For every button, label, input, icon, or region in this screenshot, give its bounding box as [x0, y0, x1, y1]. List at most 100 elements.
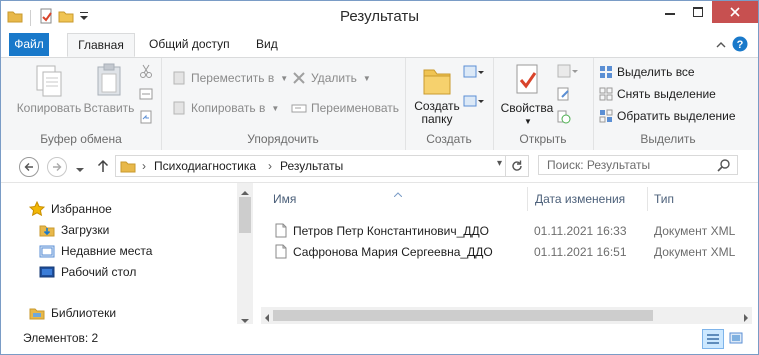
copy-to-button[interactable]: Копировать в ▼	[171, 98, 279, 118]
column-header-type[interactable]: Тип	[654, 192, 674, 206]
invert-selection-button[interactable]: Обратить выделение	[599, 106, 736, 126]
nav-item-libraries[interactable]: Библиотеки	[29, 303, 116, 323]
file-name: Петров Петр Константинович_ДДО	[293, 224, 489, 238]
address-field[interactable]: › Психодиагностика › Результаты ▾	[115, 155, 529, 177]
scroll-left-icon[interactable]	[264, 311, 270, 325]
nav-item-downloads[interactable]: Загрузки	[39, 220, 109, 240]
chevron-down-icon: ▼	[280, 73, 289, 83]
tab-file[interactable]: Файл	[9, 33, 49, 56]
column-divider[interactable]	[527, 187, 528, 211]
large-icons-view-button[interactable]	[726, 329, 746, 347]
column-divider[interactable]	[647, 187, 648, 211]
breadcrumb-chevron-icon[interactable]: ›	[268, 159, 272, 173]
select-all-button[interactable]: Выделить все	[599, 62, 695, 82]
table-row[interactable]: Петров Петр Константинович_ДДО 01.11.202…	[271, 221, 751, 241]
paste-button[interactable]: Вставить	[83, 62, 135, 115]
folder-icon	[120, 159, 136, 173]
select-group-label: Выделить	[640, 132, 696, 146]
file-date: 01.11.2021 16:51	[534, 245, 627, 259]
rename-button[interactable]: Переименовать	[291, 98, 399, 118]
new-folder-button[interactable]: Создать папку	[411, 62, 463, 126]
copy-label: Копировать	[16, 101, 82, 115]
nav-item-recent[interactable]: Недавние места	[39, 241, 152, 261]
nav-item-desktop[interactable]: Рабочий стол	[39, 262, 136, 282]
details-view-button[interactable]	[702, 329, 724, 349]
new-group-label: Создать	[426, 132, 472, 146]
select-all-icon	[600, 66, 612, 78]
paste-label: Вставить	[83, 101, 135, 115]
table-row[interactable]: Сафронова Мария Сергеевна_ДДО 01.11.2021…	[271, 242, 751, 262]
select-none-button[interactable]: Снять выделение	[599, 84, 716, 104]
search-placeholder: Поиск: Результаты	[547, 158, 651, 172]
window-title: Результаты	[340, 8, 419, 25]
help-icon[interactable]: ?	[732, 36, 748, 55]
close-button[interactable]	[712, 1, 758, 23]
cut-icon[interactable]	[139, 64, 153, 81]
refresh-icon	[512, 160, 522, 171]
open-group-label: Открыть	[519, 132, 567, 146]
chevron-down-icon: ▼	[524, 117, 532, 126]
forward-button[interactable]	[47, 157, 67, 177]
arrow-left-icon	[24, 163, 33, 171]
group-clipboard: Копировать Вставить Буфер обмена	[1, 58, 162, 150]
search-icon[interactable]	[717, 158, 731, 175]
horizontal-scroll-thumb[interactable]	[273, 310, 653, 321]
recent-places-icon	[39, 245, 55, 258]
copy-path-icon[interactable]	[139, 87, 153, 104]
properties-button[interactable]: Свойства ▼	[499, 62, 555, 128]
group-organize: Переместить в ▼ Копировать в ▼ Удалить ▼ Пе…	[161, 58, 406, 150]
move-to-button[interactable]: Переместить в ▼	[171, 68, 288, 88]
horizontal-scrollbar[interactable]	[261, 307, 752, 324]
navigation-pane: Избранное Загрузки Недавние места Рабочи…	[1, 183, 253, 324]
window-controls	[656, 1, 758, 23]
tab-home[interactable]: Главная	[67, 33, 135, 57]
new-folder-icon	[423, 69, 451, 95]
open-icon[interactable]	[557, 64, 579, 81]
star-icon	[29, 201, 45, 217]
open-small-buttons	[557, 64, 579, 127]
breadcrumb-item[interactable]: Психодиагностика	[154, 159, 256, 173]
column-header-name[interactable]: Имя	[273, 192, 296, 206]
nav-label: Библиотеки	[51, 306, 117, 320]
column-header-date[interactable]: Дата изменения	[535, 192, 625, 206]
scroll-right-icon[interactable]	[743, 311, 749, 325]
nav-scrollbar[interactable]	[237, 183, 253, 324]
file-list: Имя Дата изменения Тип Петров Петр Конст…	[261, 183, 758, 324]
new-folder-label-2: папку	[421, 112, 453, 126]
search-input[interactable]: Поиск: Результаты	[538, 155, 738, 175]
select-all-label: Выделить все	[617, 65, 695, 79]
ribbon: Копировать Вставить Буфер обмена Перемес…	[1, 57, 758, 151]
delete-button[interactable]: Удалить ▼	[291, 68, 371, 88]
copy-button[interactable]: Копировать	[15, 62, 83, 115]
properties-label: Свойства	[500, 101, 554, 115]
explorer-window: Результаты Файл Главная Общий доступ Вид…	[0, 0, 759, 355]
address-bar-row: › Психодиагностика › Результаты ▾ Поиск:…	[1, 150, 758, 183]
nav-item-favorites[interactable]: Избранное	[29, 199, 112, 219]
file-type: Документ XML	[654, 224, 736, 238]
history-icon[interactable]	[557, 110, 579, 127]
edit-icon[interactable]	[557, 87, 579, 104]
refresh-button[interactable]	[505, 156, 528, 176]
ribbon-right-controls: ?	[716, 36, 748, 55]
minimize-button[interactable]	[656, 1, 684, 23]
move-to-label: Переместить в	[191, 71, 275, 85]
breadcrumb-chevron-icon[interactable]: ›	[142, 159, 146, 173]
address-dropdown-icon[interactable]: ▾	[497, 158, 502, 169]
breadcrumb-item[interactable]: Результаты	[280, 159, 343, 173]
easy-access-icon[interactable]	[463, 93, 485, 112]
up-arrow-icon[interactable]	[97, 159, 109, 176]
maximize-button[interactable]	[684, 1, 712, 23]
organize-group-label: Упорядочить	[247, 132, 319, 146]
new-item-icon[interactable]	[463, 64, 485, 83]
tab-share[interactable]: Общий доступ	[139, 33, 240, 56]
select-none-icon	[599, 87, 613, 101]
nav-scroll-thumb[interactable]	[239, 197, 251, 233]
back-button[interactable]	[19, 157, 39, 177]
paste-shortcut-icon[interactable]	[139, 110, 153, 127]
collapse-ribbon-icon[interactable]	[716, 39, 726, 53]
tab-view[interactable]: Вид	[246, 33, 288, 56]
new-small-buttons	[463, 64, 485, 112]
recent-locations-icon[interactable]	[76, 162, 84, 176]
sort-ascending-icon	[393, 186, 403, 200]
copy-to-icon	[173, 101, 185, 115]
